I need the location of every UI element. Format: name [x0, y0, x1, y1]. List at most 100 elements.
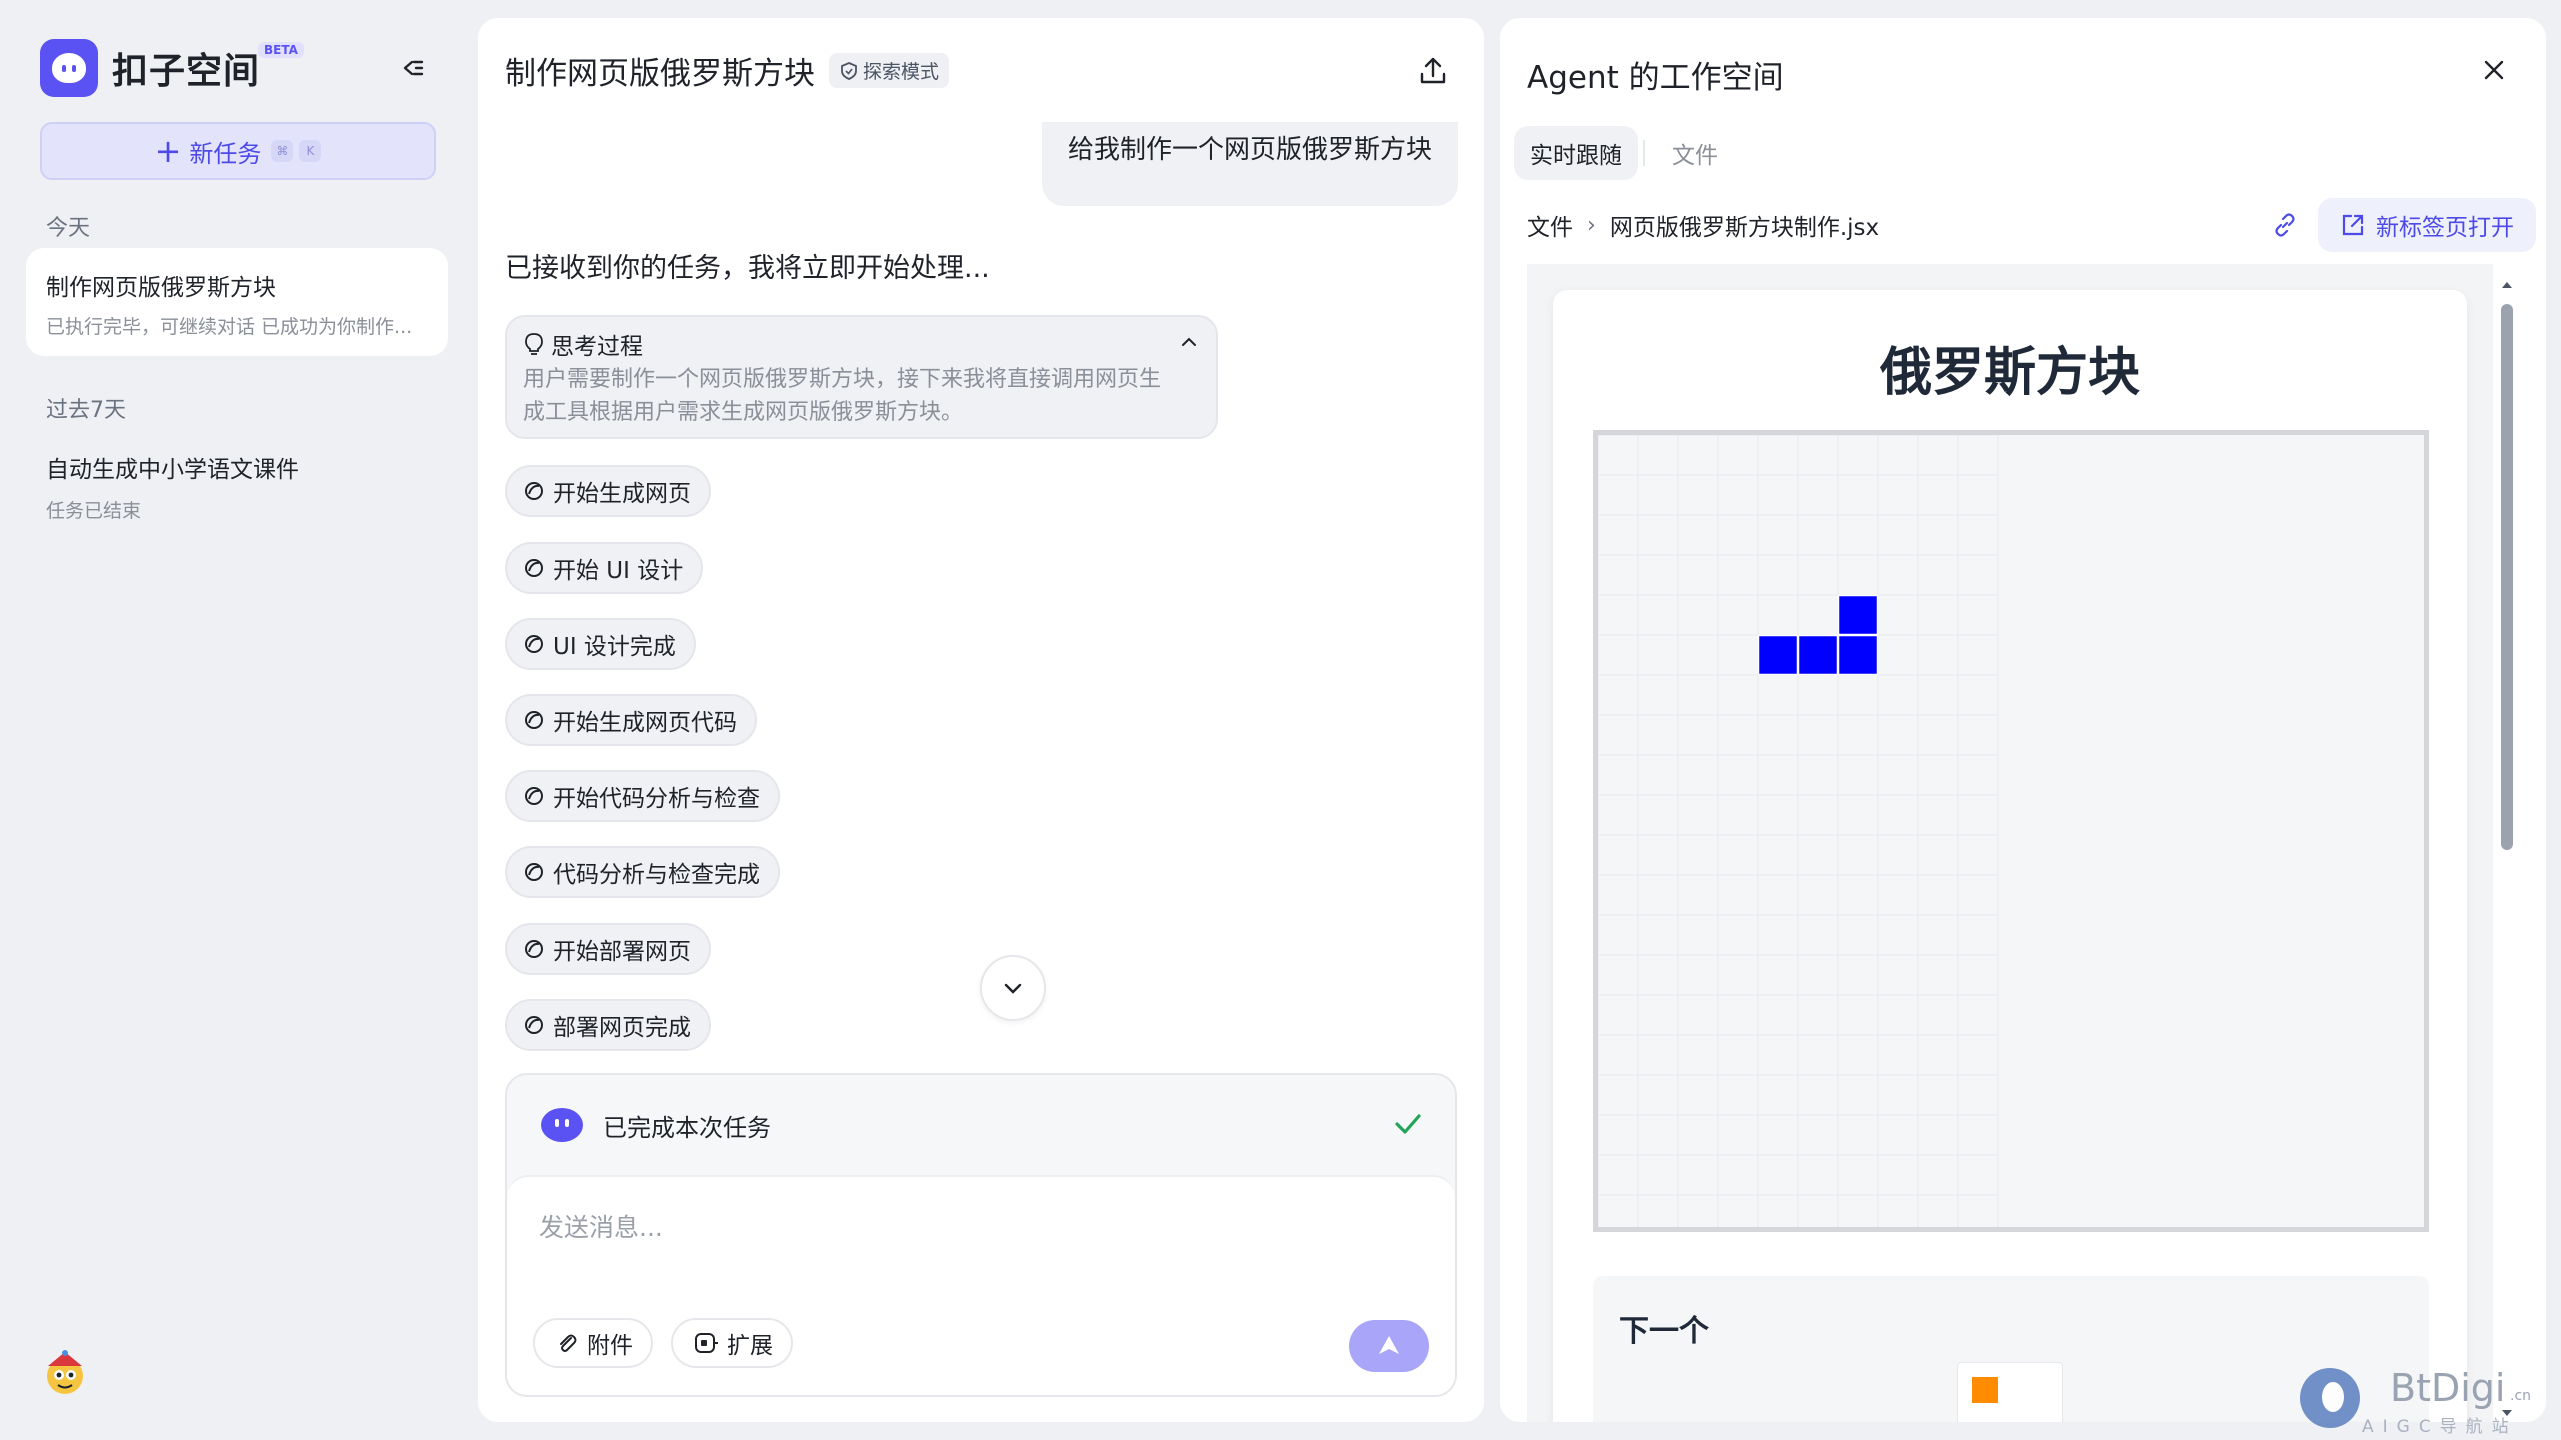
mode-badge-label: 探索模式 — [863, 61, 940, 83]
step-status-icon — [525, 940, 543, 958]
logo-icon — [40, 39, 98, 97]
step-label: UI 设计完成 — [553, 634, 676, 660]
next-piece-block — [1972, 1377, 1998, 1403]
chevron-down-icon — [1004, 983, 1022, 994]
check-icon — [1395, 1114, 1421, 1134]
step-status-icon — [525, 787, 543, 805]
scroll-up-arrow-icon[interactable] — [2500, 278, 2514, 292]
step-label: 开始生成网页 — [553, 481, 691, 507]
send-button[interactable] — [1349, 1320, 1429, 1372]
task-subtitle: 已执行完毕，可继续对话 已成功为你制作... — [46, 316, 413, 338]
shortcut-key-k: K — [299, 140, 322, 162]
tetris-block — [1837, 634, 1879, 676]
preview-scrollbar[interactable] — [2500, 278, 2514, 1422]
step-status-icon — [525, 635, 543, 653]
collapse-sidebar-icon[interactable] — [392, 52, 424, 84]
step-status-icon — [525, 1016, 543, 1034]
extend-label: 扩展 — [727, 1333, 773, 1359]
extension-icon — [695, 1333, 718, 1353]
breadcrumb: 文件 › 网页版俄罗斯方块制作.jsx — [1527, 208, 1879, 242]
watermark: BtDigi .cn AIGC导航站 — [2298, 1362, 2538, 1437]
tetris-grid — [1598, 435, 1999, 1227]
tab-divider — [1643, 140, 1645, 166]
message-input[interactable] — [539, 1207, 1399, 1247]
thinking-line-2: 成工具根据用户需求生成网页版俄罗斯方块。 — [523, 400, 964, 425]
task-status-text: 已完成本次任务 — [603, 1113, 771, 1142]
section-label-past7: 过去7天 — [46, 398, 126, 423]
user-avatar[interactable] — [40, 1348, 90, 1398]
step-label: 开始 UI 设计 — [553, 558, 684, 584]
next-piece-preview — [1957, 1362, 2063, 1422]
send-icon — [1379, 1336, 1399, 1354]
composer-input-area: 附件 扩展 — [507, 1175, 1455, 1395]
thinking-line-1: 用户需要制作一个网页版俄罗斯方块，接下来我将直接调用网页生 — [523, 367, 1162, 392]
task-item[interactable]: 自动生成中小学语文课件 任务已结束 — [46, 450, 299, 523]
tetris-block — [1797, 634, 1839, 676]
step-status-icon — [525, 559, 543, 577]
app-logo[interactable]: 扣子空间 BETA — [40, 38, 304, 98]
close-icon[interactable] — [2478, 54, 2510, 86]
step-item[interactable]: 代码分析与检查完成 — [505, 846, 780, 898]
link-icon[interactable] — [2272, 212, 2298, 238]
game-title: 俄罗斯方块 — [1879, 343, 2140, 403]
scroll-to-bottom-button[interactable] — [980, 955, 1046, 1021]
chat-header: 制作网页版俄罗斯方块 探索模式 — [505, 48, 950, 93]
next-piece-label: 下一个 — [1619, 1314, 1709, 1349]
chat-title: 制作网页版俄罗斯方块 — [505, 56, 815, 92]
mode-badge[interactable]: 探索模式 — [829, 53, 950, 88]
task-title: 自动生成中小学语文课件 — [46, 457, 299, 483]
step-item[interactable]: 开始 UI 设计 — [505, 542, 704, 594]
scrollbar-thumb[interactable] — [2501, 304, 2513, 850]
chat-panel: 制作网页版俄罗斯方块 探索模式 给我制作一个网页版俄罗斯方块 已接收到你的任务，… — [478, 18, 1484, 1422]
open-new-tab-button[interactable]: 新标签页打开 — [2318, 198, 2536, 252]
tetris-board[interactable] — [1593, 430, 2429, 1232]
step-item[interactable]: UI 设计完成 — [505, 618, 696, 670]
lightbulb-icon — [525, 333, 543, 355]
step-item[interactable]: 开始生成网页 — [505, 465, 711, 517]
section-label-today: 今天 — [46, 216, 91, 241]
step-item[interactable]: 开始生成网页代码 — [505, 694, 757, 746]
extend-button[interactable]: 扩展 — [671, 1318, 793, 1368]
step-status-icon — [525, 711, 543, 729]
agent-workspace-panel: Agent 的工作空间 实时跟随 文件 文件 › 网页版俄罗斯方块制作.jsx … — [1500, 18, 2546, 1422]
attach-button[interactable]: 附件 — [533, 1318, 653, 1368]
paperclip-icon — [560, 1334, 577, 1352]
thinking-panel[interactable]: 思考过程 用户需要制作一个网页版俄罗斯方块，接下来我将直接调用网页生 成工具根据… — [505, 315, 1218, 439]
web-preview: 俄罗斯方块 下一个 — [1527, 264, 2493, 1422]
shortcut-key-cmd: ⌘ — [271, 140, 294, 162]
composer: 已完成本次任务 附件 扩展 — [505, 1073, 1457, 1397]
step-item[interactable]: 部署网页完成 — [505, 999, 711, 1051]
share-icon[interactable] — [1416, 54, 1450, 88]
task-status-bar: 已完成本次任务 — [507, 1075, 1455, 1175]
tab-files[interactable]: 文件 — [1656, 126, 1734, 180]
plus-icon: + — [154, 132, 182, 170]
preview-card: 俄罗斯方块 下一个 — [1553, 290, 2467, 1422]
step-item[interactable]: 开始部署网页 — [505, 923, 711, 975]
task-item-active[interactable]: 制作网页版俄罗斯方块 已执行完毕，可继续对话 已成功为你制作... — [26, 248, 448, 356]
task-title: 制作网页版俄罗斯方块 — [46, 275, 276, 301]
workspace-title: Agent 的工作空间 — [1527, 60, 1784, 96]
breadcrumb-file: 网页版俄罗斯方块制作.jsx — [1609, 215, 1880, 241]
step-label: 开始代码分析与检查 — [553, 786, 760, 812]
step-label: 开始生成网页代码 — [553, 710, 737, 736]
step-status-icon — [525, 482, 543, 500]
watermark-subtitle: AIGC导航站 — [2362, 1417, 2518, 1437]
chevron-right-icon: › — [1587, 212, 1596, 238]
new-task-label: 新任务 — [189, 139, 262, 168]
tab-live-follow[interactable]: 实时跟随 — [1514, 126, 1638, 180]
step-label: 开始部署网页 — [553, 939, 691, 965]
watermark-domain-suffix: .cn — [2510, 1388, 2532, 1404]
chevron-up-icon[interactable] — [1178, 331, 1200, 353]
user-message-text: 给我制作一个网页版俄罗斯方块 — [1067, 134, 1432, 165]
breadcrumb-root[interactable]: 文件 — [1527, 208, 1573, 242]
external-link-icon — [2342, 214, 2364, 236]
sidebar: 扣子空间 BETA + 新任务 ⌘ K 今天 制作网页版俄罗斯方块 已执行完毕，… — [0, 0, 470, 1440]
bot-icon — [541, 1108, 583, 1142]
step-item[interactable]: 开始代码分析与检查 — [505, 770, 780, 822]
assistant-message: 已接收到你的任务，我将立即开始处理... — [505, 253, 990, 284]
task-subtitle: 任务已结束 — [46, 500, 142, 522]
watermark-logo-icon — [2300, 1368, 2360, 1428]
new-task-button[interactable]: + 新任务 ⌘ K — [40, 122, 436, 180]
step-status-icon — [525, 863, 543, 881]
tetris-block — [1837, 594, 1879, 636]
